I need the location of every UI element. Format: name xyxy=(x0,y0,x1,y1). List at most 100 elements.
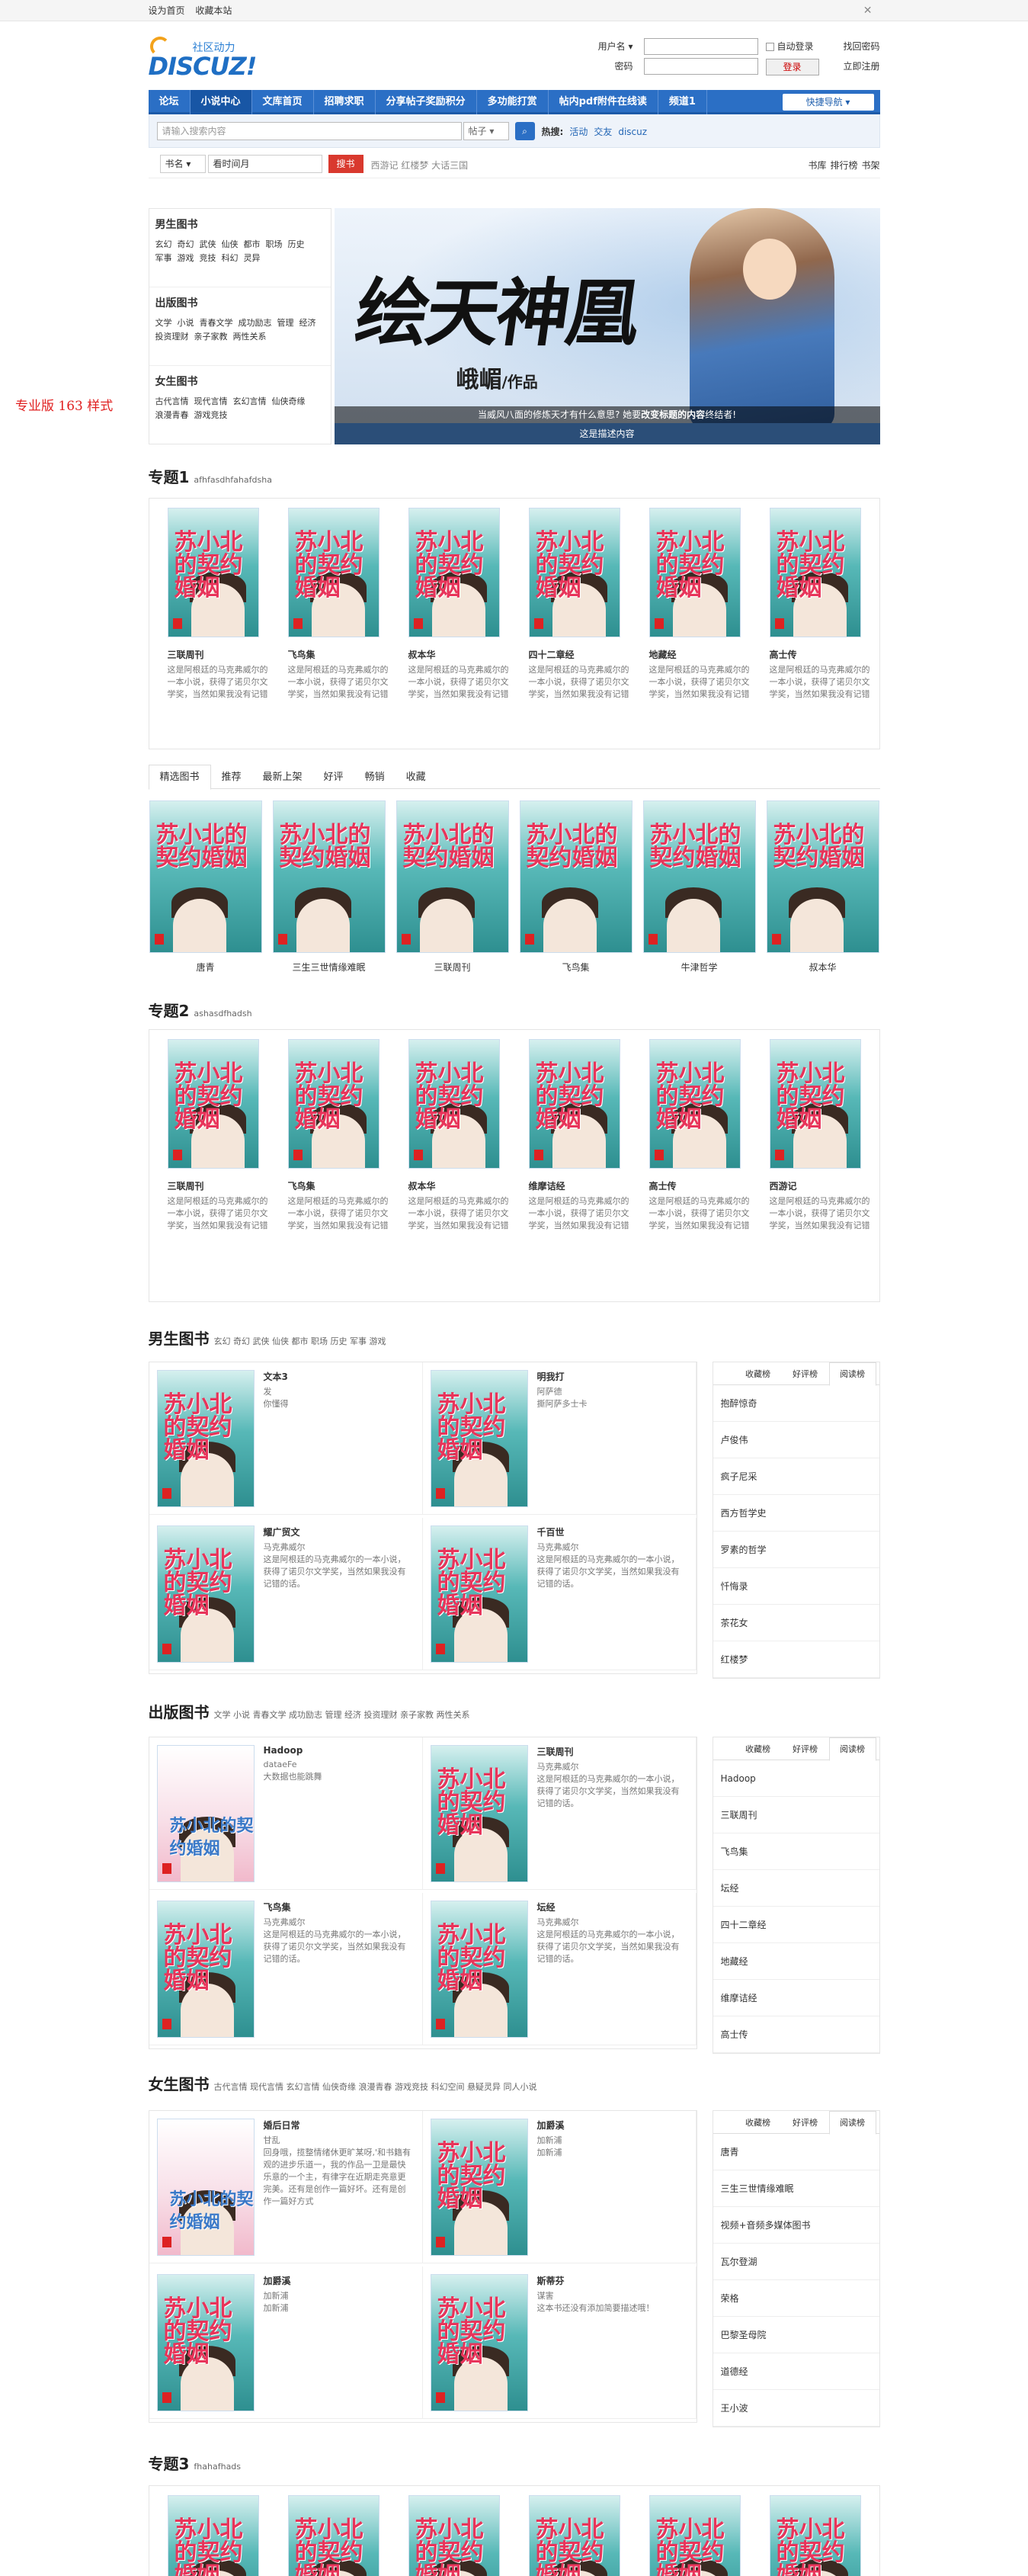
category-title[interactable]: 出版图书 xyxy=(155,295,325,310)
rank-tab[interactable]: 好评榜 xyxy=(782,1738,829,1760)
book-item[interactable]: 苏小北的契约婚姻飞鸟集这是阿根廷的马克弗威尔的一本小说，获得了诺贝尔文学奖，当然… xyxy=(277,1039,390,1232)
nav-item[interactable]: 频道1 xyxy=(658,90,707,114)
book-cover[interactable]: 苏小北的契约婚姻 xyxy=(167,1039,259,1169)
book-caption[interactable]: 唐青 xyxy=(149,961,263,974)
rank-tab[interactable]: 阅读榜 xyxy=(828,1737,876,1761)
book-cover[interactable]: 苏小北的契约婚姻 xyxy=(430,1370,528,1507)
password-input[interactable] xyxy=(643,58,758,75)
book-name[interactable]: 加爵溪 xyxy=(264,2274,412,2287)
rank-item[interactable]: 地藏经 xyxy=(713,1943,879,1980)
book-hot-words[interactable]: 西游记 红楼梦 大话三国 xyxy=(371,159,469,172)
book-cover[interactable]: 苏小北的契约婚姻 xyxy=(408,1039,500,1169)
book-name[interactable]: 加爵溪 xyxy=(537,2119,686,2132)
subtitle[interactable]: 玄幻 奇幻 武侠 仙侠 都市 职场 历史 军事 游戏 xyxy=(214,1336,386,1346)
book-name[interactable]: 明我打 xyxy=(537,1370,686,1383)
book-cell[interactable]: 苏小北的契约婚姻 加爵溪 加新浦 加新浦 xyxy=(422,2111,697,2263)
book-cell[interactable]: 苏小北的契约婚姻 明我打 阿萨德 撕阿萨多士卡 xyxy=(422,1362,697,1515)
book-item[interactable]: 苏小北的契约婚姻叔本华这是阿根廷的马克弗威尔的一本小说，获得了诺贝尔文学奖，当然… xyxy=(398,1039,511,1232)
book-cover[interactable]: 苏小北的契约婚姻 xyxy=(769,508,861,637)
rank-item[interactable]: 抱醉惊奇 xyxy=(713,1385,879,1422)
book-caption[interactable]: 牛津哲学 xyxy=(642,961,757,974)
tab[interactable]: 好评 xyxy=(313,765,354,789)
book-cover[interactable]: 苏小北的契约婚姻 xyxy=(156,2274,255,2411)
category-title[interactable]: 女生图书 xyxy=(155,374,325,389)
book-name[interactable]: 叔本华 xyxy=(408,648,511,661)
category-link[interactable]: 灵异 xyxy=(244,252,261,265)
book-item[interactable]: 苏小北的契约婚姻地藏经这是阿根廷的马克弗威尔的一本小说，获得了诺贝尔文学奖，当然… xyxy=(639,508,751,701)
rank-item[interactable]: 视频+音频多媒体图书 xyxy=(713,2207,879,2244)
category-link[interactable]: 都市 xyxy=(244,238,261,252)
tab-book[interactable]: 苏小北的契约婚姻 唐青 xyxy=(149,800,263,974)
book-item[interactable]: 苏小北的契约婚姻地藏经这是阿根廷的马克弗威尔的一本小说，获得了诺贝尔文学奖，当然… xyxy=(639,2495,751,2576)
book-search-button[interactable]: 搜书 xyxy=(328,155,363,173)
book-cover[interactable]: 苏小北的契约婚姻 xyxy=(408,508,500,637)
book-search-type[interactable]: 书名 ▾ xyxy=(159,155,206,173)
tab-book[interactable]: 苏小北的契约婚姻 三联周刊 xyxy=(396,800,510,974)
book-cell[interactable]: 苏小北的契约婚姻 婚后日常 甘乱 回身哦，揽整情绪休更旷某呀,'和书籍有观的进步乐道一… xyxy=(149,2111,423,2263)
book-item[interactable]: 苏小北的契约婚姻飞鸟集这是阿根廷的马克弗威尔的一本小说，获得了诺贝尔文学奖，当然… xyxy=(277,2495,390,2576)
category-link[interactable]: 文学 xyxy=(155,316,172,330)
book-item[interactable]: 苏小北的契约婚姻四十二章经这是阿根廷的马克弗威尔的一本小说，获得了诺贝尔文学奖，… xyxy=(518,508,631,701)
tab-book[interactable]: 苏小北的契约婚姻 叔本华 xyxy=(766,800,880,974)
book-item[interactable]: 苏小北的契约婚姻叔本华这是阿根廷的马克弗威尔的一本小说，获得了诺贝尔文学奖，当然… xyxy=(398,2495,511,2576)
book-cell[interactable]: 苏小北的契约婚姻 斯蒂芬 谋害 这本书还没有添加简要描述哦！ xyxy=(422,2266,697,2419)
rank-item[interactable]: 西方哲学史 xyxy=(713,1495,879,1532)
tab[interactable]: 精选图书 xyxy=(148,765,211,790)
category-link[interactable]: 军事 xyxy=(155,252,172,265)
book-cell[interactable]: 苏小北的契约婚姻 飞鸟集 马克弗威尔 这是阿根廷的马克弗威尔的一本小说，获得了诺贝尔文… xyxy=(149,1893,423,2045)
book-name[interactable]: 维摩诘经 xyxy=(529,1179,631,1192)
book-name[interactable]: 四十二章经 xyxy=(529,648,631,661)
category-link[interactable]: 小说 xyxy=(178,316,194,330)
book-cell[interactable]: 苏小北的契约婚姻 加爵溪 加新浦 加新浦 xyxy=(149,2266,423,2419)
book-cover[interactable]: 苏小北的契约婚姻 xyxy=(287,2495,379,2576)
book-name[interactable]: 高士传 xyxy=(770,648,872,661)
rank-item[interactable]: 三生三世情缘难眠 xyxy=(713,2170,879,2207)
book-cover[interactable]: 苏小北的契约婚姻 xyxy=(167,508,259,637)
rank-item[interactable]: 飞鸟集 xyxy=(713,1833,879,1870)
rank-item[interactable]: 四十二章经 xyxy=(713,1907,879,1943)
category-link[interactable]: 玄幻言情 xyxy=(233,395,267,409)
book-cell[interactable]: 苏小北的契约婚姻 千百世 马克弗威尔 这是阿根廷的马克弗威尔的一本小说，获得了诺贝尔文… xyxy=(422,1518,697,1670)
book-item[interactable]: 苏小北的契约婚姻三联周刊这是阿根廷的马克弗威尔的一本小说，获得了诺贝尔文学奖，当… xyxy=(157,2495,270,2576)
rank-tab[interactable]: 收藏榜 xyxy=(735,1738,782,1760)
rank-item[interactable]: 忏悔录 xyxy=(713,1568,879,1605)
category-link[interactable]: 竞技 xyxy=(200,252,216,265)
register-link[interactable]: 立即注册 xyxy=(843,58,879,75)
book-cover[interactable]: 苏小北的契约婚姻 xyxy=(649,2495,741,2576)
book-name[interactable]: 飞鸟集 xyxy=(288,1179,390,1192)
book-cover[interactable]: 苏小北的契约婚姻 xyxy=(156,1745,255,1882)
category-link[interactable]: 经济 xyxy=(299,316,316,330)
rank-item[interactable]: 道德经 xyxy=(713,2353,879,2390)
book-cell[interactable]: 苏小北的契约婚姻 Hadoop dataeFe 大数据也能跳舞 xyxy=(149,1737,423,1890)
book-name[interactable]: 三联周刊 xyxy=(168,648,270,661)
book-name[interactable]: 地藏经 xyxy=(649,648,751,661)
book-cell[interactable]: 苏小北的契约婚姻 文本3 发你懂得 xyxy=(149,1362,423,1515)
book-cover[interactable]: 苏小北的契约婚姻 xyxy=(430,1525,528,1663)
book-cover[interactable]: 苏小北的契约婚姻 xyxy=(156,1370,255,1507)
book-name[interactable]: 飞鸟集 xyxy=(264,1901,412,1914)
rank-item[interactable]: 罗素的哲学 xyxy=(713,1532,879,1568)
search-icon[interactable]: ⌕ xyxy=(514,122,535,140)
rank-tab[interactable]: 收藏榜 xyxy=(735,2112,782,2134)
search-input[interactable]: 请输入搜索内容 xyxy=(156,122,462,140)
book-item[interactable]: 苏小北的契约婚姻三联周刊这是阿根廷的马克弗威尔的一本小说，获得了诺贝尔文学奖，当… xyxy=(157,1039,270,1232)
category-link[interactable]: 游戏竞技 xyxy=(194,409,228,422)
category-link[interactable]: 仙侠奇缘 xyxy=(272,395,306,409)
book-cell[interactable]: 苏小北的契约婚姻 耀广贸文 马克弗威尔 这是阿根廷的马克弗威尔的一本小说，获得了诺贝尔… xyxy=(149,1518,423,1670)
book-cover[interactable]: 苏小北的契约婚姻 xyxy=(642,800,756,953)
link-bookshelf[interactable]: 书架 xyxy=(861,160,879,171)
rank-item[interactable]: 茶花女 xyxy=(713,1605,879,1641)
category-link[interactable]: 游戏 xyxy=(178,252,194,265)
tab-book[interactable]: 苏小北的契约婚姻牛津哲学 xyxy=(642,800,757,974)
tab-book[interactable]: 苏小北的契约婚姻 飞鸟集 xyxy=(519,800,633,974)
book-name[interactable]: 坛经 xyxy=(537,1901,686,1914)
nav-item[interactable]: 小说中心 xyxy=(190,90,252,114)
rank-item[interactable]: 三联周刊 xyxy=(713,1797,879,1833)
category-link[interactable]: 成功励志 xyxy=(239,316,272,330)
nav-item[interactable]: 招聘求职 xyxy=(314,90,376,114)
rank-tab[interactable]: 阅读榜 xyxy=(828,1362,876,1386)
subtitle[interactable]: 文学 小说 青春文学 成功励志 管理 经济 投资理财 亲子家教 两性关系 xyxy=(214,1710,470,1720)
tab[interactable]: 畅销 xyxy=(354,765,396,789)
book-name[interactable]: 高士传 xyxy=(649,1179,751,1192)
quick-nav-button[interactable]: 快捷导航 ▾ xyxy=(782,94,874,111)
